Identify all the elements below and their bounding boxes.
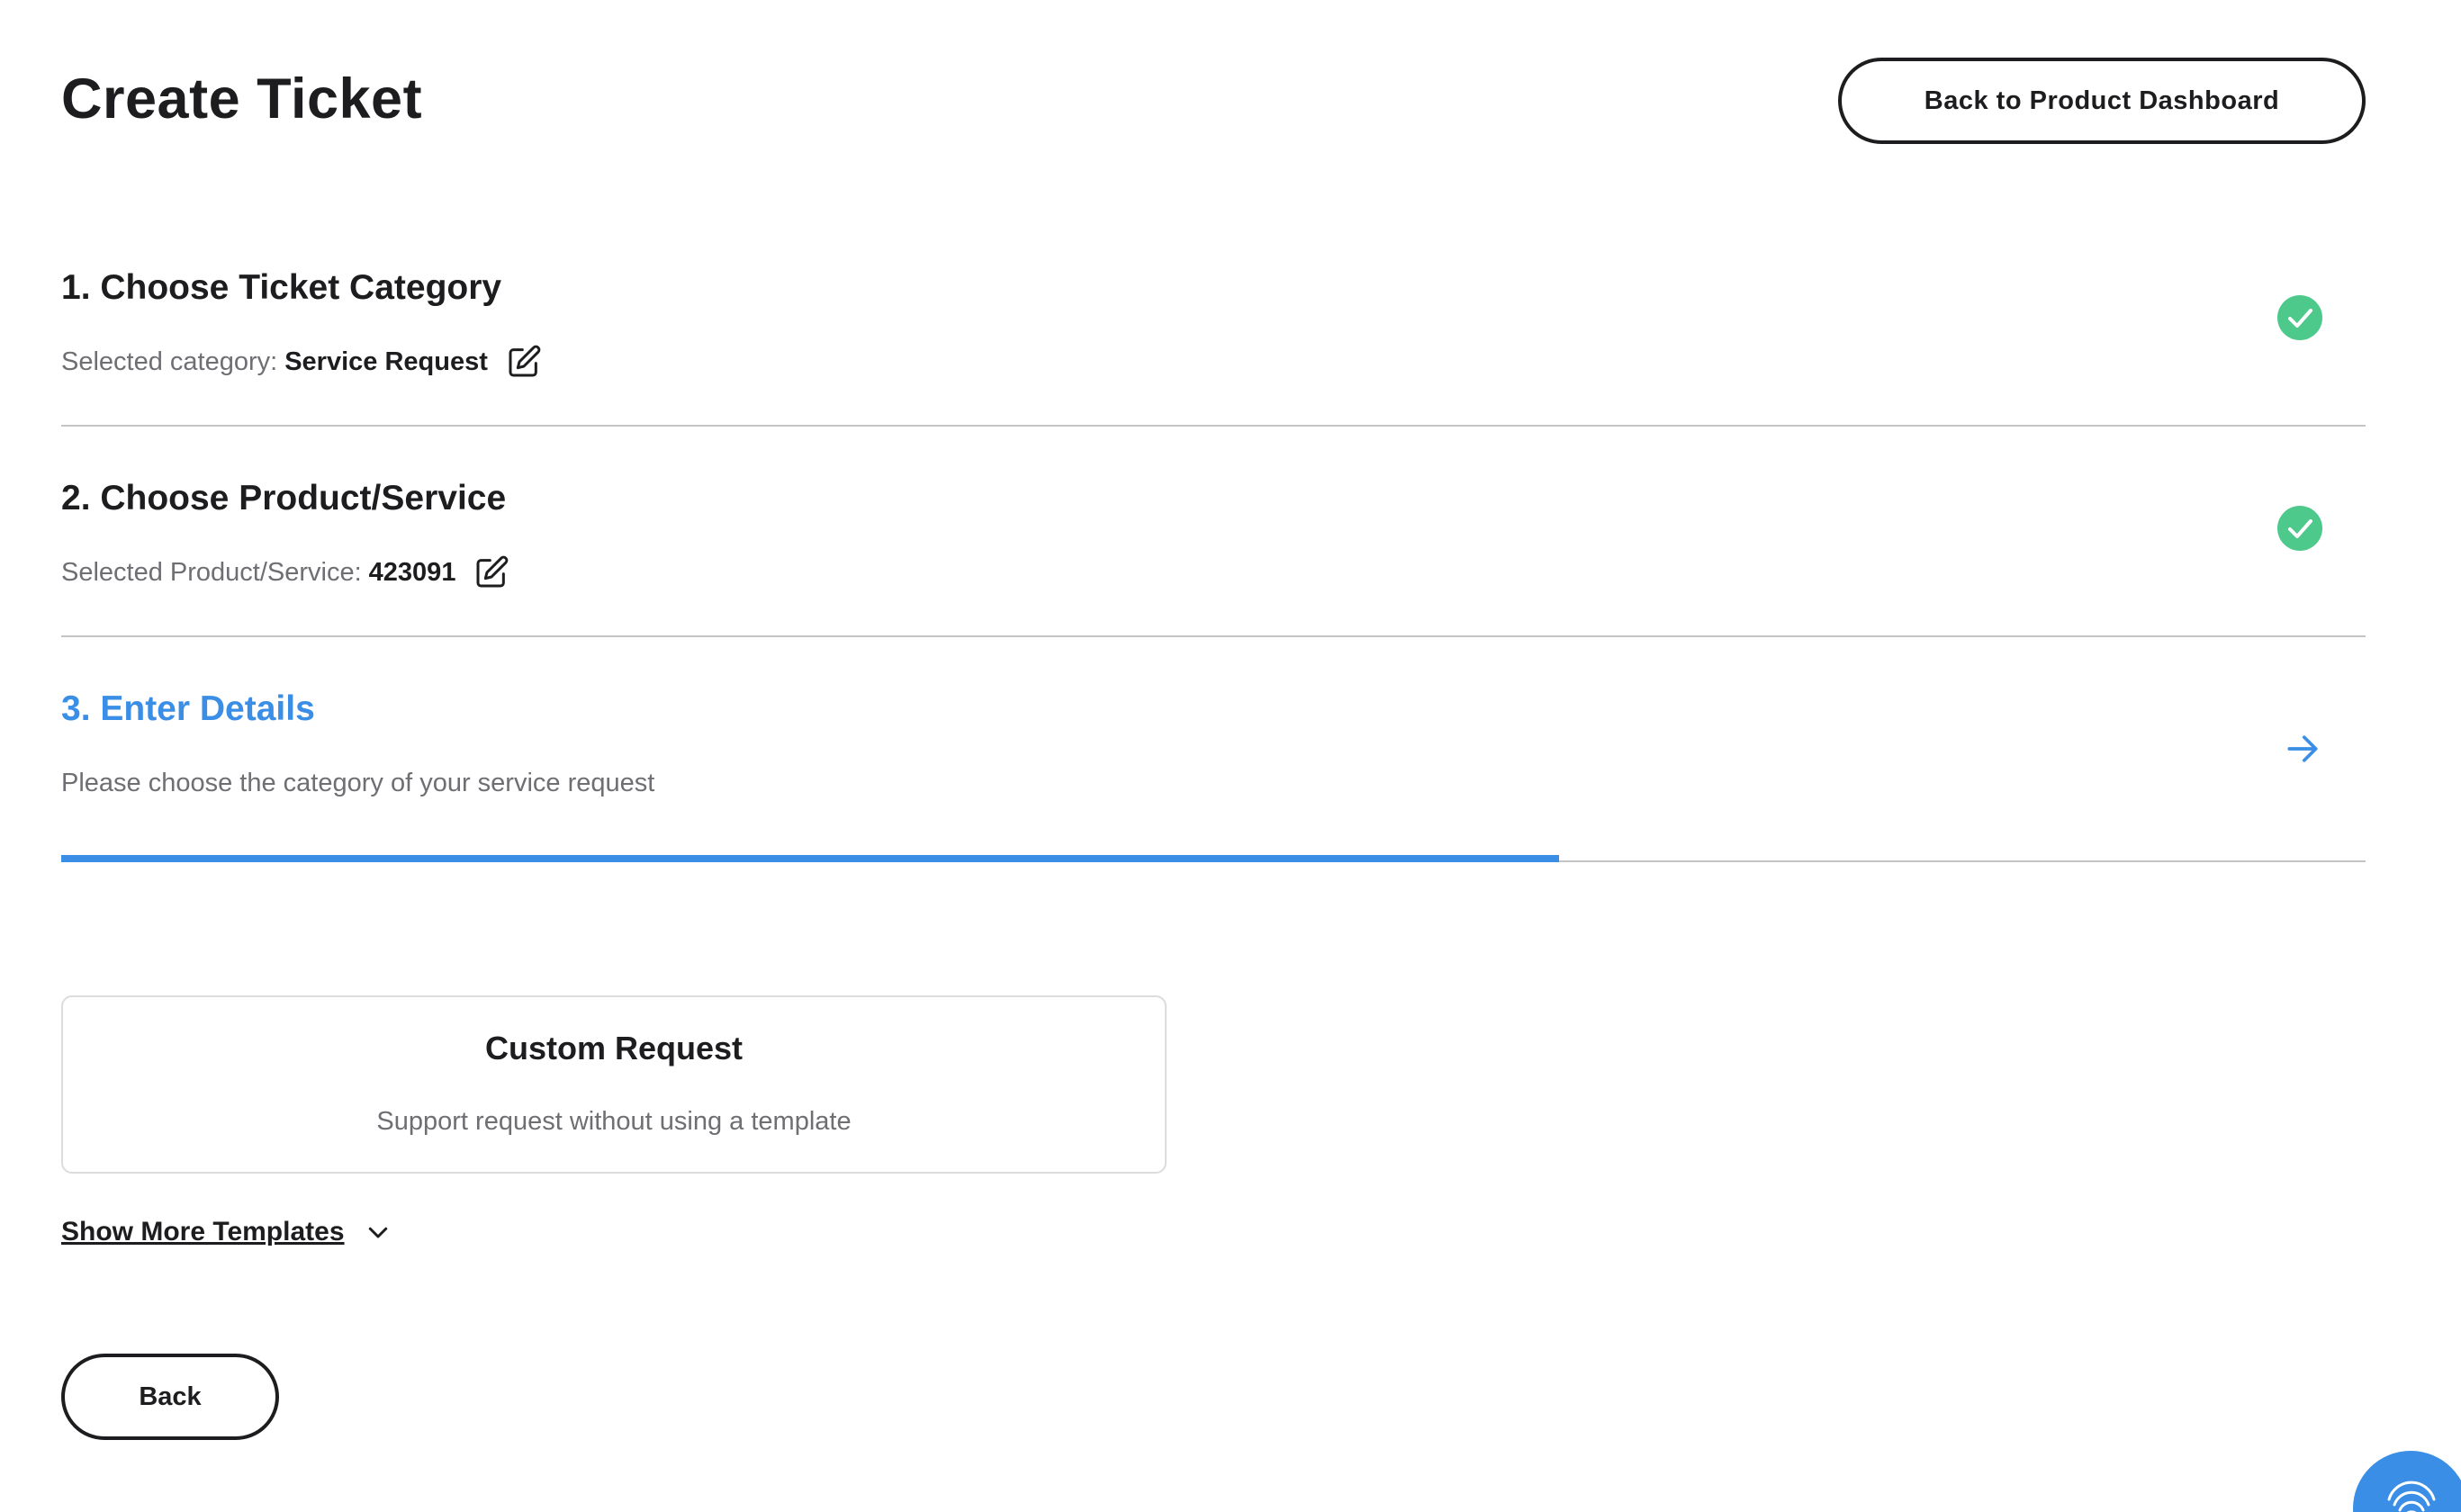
page-title: Create Ticket [61,68,423,130]
edit-icon[interactable] [473,554,509,590]
step-summary: Selected category: Service Request [61,344,542,380]
selected-product-value: 423091 [368,558,456,587]
step-choose-category: 1. Choose Ticket Category Selected categ… [61,263,2366,427]
create-ticket-page: Create Ticket Back to Product Dashboard … [0,0,2461,1512]
edit-icon[interactable] [506,344,542,380]
step-choose-product: 2. Choose Product/Service Selected Produ… [61,473,2366,637]
step-summary-label: Selected Product/Service: [61,558,362,587]
step-summary: Selected Product/Service: 423091 [61,554,509,590]
fingerprint-button[interactable] [2353,1451,2461,1512]
fingerprint-icon [2387,1480,2436,1512]
template-title: Custom Request [484,1030,744,1066]
step-title: 2. Choose Product/Service [61,479,507,518]
step-title: 1. Choose Ticket Category [61,268,502,307]
step-instruction-text: Please choose the category of your servi… [61,769,655,797]
step-instruction: Please choose the category of your servi… [61,765,654,801]
chevron-down-icon [365,1219,392,1246]
check-circle-icon [2277,295,2322,340]
back-to-dashboard-button[interactable]: Back to Product Dashboard [1838,58,2366,144]
show-more-label: Show More Templates [61,1217,345,1246]
step-enter-details: 3. Enter Details Please choose the categ… [61,684,2366,862]
show-more-templates-link[interactable]: Show More Templates [61,1217,392,1247]
template-card-custom-request[interactable]: Custom Request Support request without u… [61,995,1167,1174]
step-progress-bar [61,855,1559,862]
template-description: Support request without using a template [376,1107,852,1136]
selected-category-value: Service Request [284,347,488,376]
back-button[interactable]: Back [61,1354,279,1440]
step-title: 3. Enter Details [61,689,315,728]
step-summary-label: Selected category: [61,347,278,376]
arrow-right-icon [2283,729,2322,769]
check-circle-icon [2277,506,2322,551]
